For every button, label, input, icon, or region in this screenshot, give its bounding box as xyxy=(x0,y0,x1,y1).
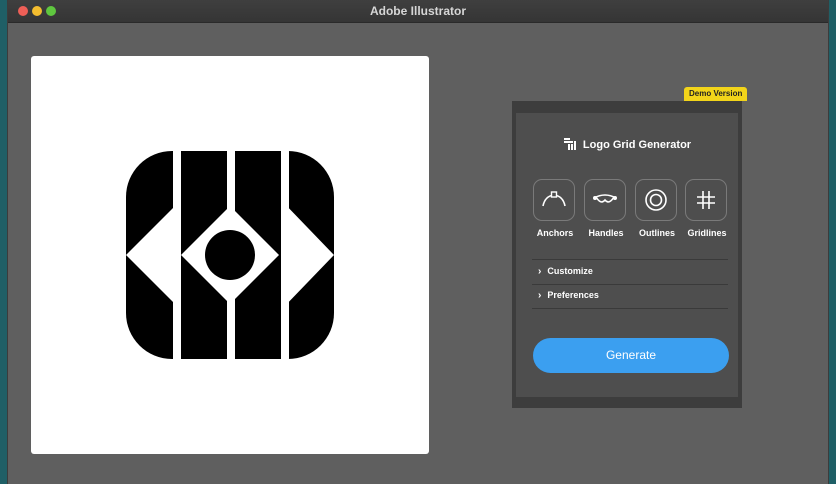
divider xyxy=(532,308,728,309)
title-bar: Adobe Illustrator xyxy=(8,0,828,23)
illustrator-window: Adobe Illustrator Demo Version Logo Grid… xyxy=(8,0,828,484)
grid-lines-icon xyxy=(697,191,715,209)
anchor-point-icon xyxy=(542,191,566,207)
preferences-section-toggle[interactable]: › Preferences xyxy=(538,290,599,301)
artboard[interactable] xyxy=(31,56,429,454)
customize-section-toggle[interactable]: › Customize xyxy=(538,266,593,277)
concentric-circles-icon xyxy=(645,189,667,211)
window-title: Adobe Illustrator xyxy=(369,4,466,18)
tool-label: Gridlines xyxy=(687,228,727,238)
anchors-button[interactable] xyxy=(533,179,575,221)
bezier-handles-icon xyxy=(593,194,617,203)
divider xyxy=(532,259,728,260)
panel-title-text: Logo Grid Generator xyxy=(582,139,692,151)
logo-grid-generator-panel: Logo Grid Generator Anchors Handles Outl… xyxy=(512,101,742,408)
tool-handles[interactable]: Handles xyxy=(584,179,628,238)
chevron-right-icon: › xyxy=(538,266,542,277)
section-label: Preferences xyxy=(547,290,599,300)
handles-button[interactable] xyxy=(584,179,626,221)
logo-artwork xyxy=(126,151,334,359)
panel-title: Logo Grid Generator xyxy=(516,137,738,154)
section-label: Customize xyxy=(547,266,593,276)
outlines-button[interactable] xyxy=(635,179,677,221)
tool-anchors[interactable]: Anchors xyxy=(533,179,577,238)
panel-content: Logo Grid Generator Anchors Handles Outl… xyxy=(516,113,738,397)
tool-outlines[interactable]: Outlines xyxy=(635,179,679,238)
demo-version-badge: Demo Version xyxy=(684,87,748,101)
chevron-right-icon: › xyxy=(538,290,542,301)
gridlines-button[interactable] xyxy=(685,179,727,221)
tool-label: Handles xyxy=(588,228,624,238)
tool-gridlines[interactable]: Gridlines xyxy=(685,179,729,238)
divider xyxy=(532,284,728,285)
tool-label: Outlines xyxy=(638,228,675,238)
tool-label: Anchors xyxy=(536,228,574,238)
generate-button[interactable]: Generate xyxy=(533,338,729,373)
logo-grid-icon xyxy=(563,137,577,154)
